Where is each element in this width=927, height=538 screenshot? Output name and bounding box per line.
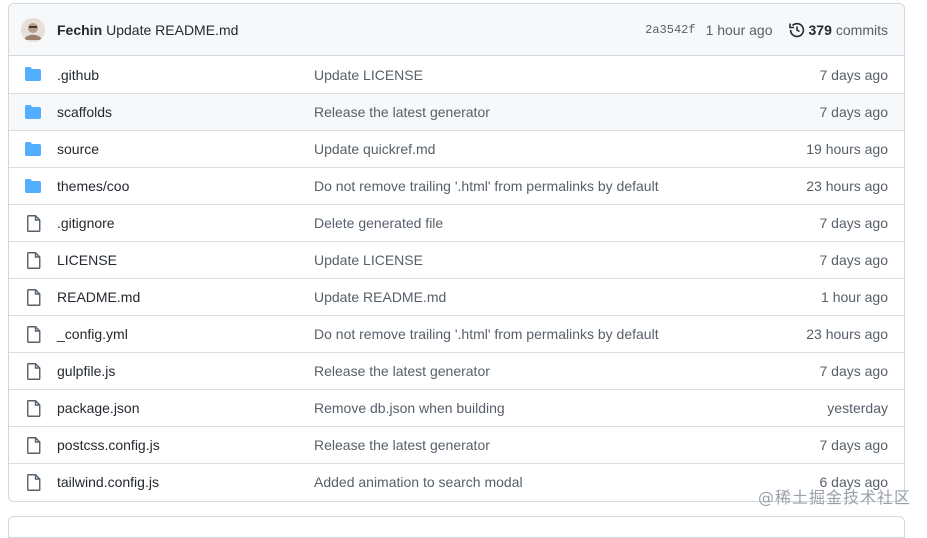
file-name-link[interactable]: _config.yml bbox=[57, 326, 128, 342]
commit-message[interactable]: Update README.md bbox=[106, 22, 238, 38]
file-name-link[interactable]: scaffolds bbox=[57, 104, 112, 120]
commit-sha[interactable]: 2a3542f bbox=[645, 23, 695, 37]
file-commit-message-link[interactable]: Do not remove trailing '.html' from perm… bbox=[314, 326, 659, 342]
file-browser: Fechin Update README.md 2a3542f 1 hour a… bbox=[8, 3, 905, 502]
file-commit-message-link[interactable]: Update README.md bbox=[314, 289, 446, 305]
avatar-image-icon bbox=[21, 17, 45, 42]
folder-icon bbox=[25, 105, 43, 121]
folder-icon bbox=[25, 67, 43, 83]
file-row[interactable]: themes/coo Do not remove trailing '.html'… bbox=[9, 167, 904, 204]
file-name-link[interactable]: themes/coo bbox=[57, 178, 129, 194]
file-name-link[interactable]: .github bbox=[57, 67, 99, 83]
file-row[interactable]: LICENSE Update LICENSE 7 days ago bbox=[9, 241, 904, 278]
file-commit-time: yesterday bbox=[827, 400, 888, 416]
folder-icon bbox=[25, 142, 43, 158]
file-commit-message-link[interactable]: Remove db.json when building bbox=[314, 400, 505, 416]
commit-author[interactable]: Fechin bbox=[57, 22, 102, 38]
file-commit-time: 1 hour ago bbox=[821, 289, 888, 305]
file-row[interactable]: _config.yml Do not remove trailing '.html… bbox=[9, 315, 904, 352]
file-commit-message-link[interactable]: Release the latest generator bbox=[314, 363, 490, 379]
file-commit-message-link[interactable]: Delete generated file bbox=[314, 215, 443, 231]
file-row[interactable]: README.md Update README.md 1 hour ago bbox=[9, 278, 904, 315]
file-commit-message-link[interactable]: Release the latest generator bbox=[314, 104, 490, 120]
file-name-link[interactable]: .gitignore bbox=[57, 215, 115, 231]
file-name-link[interactable]: source bbox=[57, 141, 99, 157]
folder-icon bbox=[25, 179, 43, 195]
file-commit-time: 23 hours ago bbox=[806, 326, 888, 342]
file-row[interactable]: source Update quickref.md 19 hours ago bbox=[9, 130, 904, 167]
file-name-link[interactable]: postcss.config.js bbox=[57, 437, 160, 453]
commit-history-link[interactable]: 379 commits bbox=[788, 21, 888, 38]
file-commit-time: 23 hours ago bbox=[806, 178, 888, 194]
latest-commit-bar: Fechin Update README.md 2a3542f 1 hour a… bbox=[9, 4, 904, 56]
file-commit-message-link[interactable]: Update LICENSE bbox=[314, 67, 423, 83]
file-row[interactable]: postcss.config.js Release the latest gene… bbox=[9, 426, 904, 463]
avatar[interactable] bbox=[21, 17, 45, 42]
file-icon bbox=[27, 363, 45, 380]
file-icon bbox=[27, 474, 45, 491]
file-commit-time: 7 days ago bbox=[819, 363, 889, 379]
file-list: .github Update LICENSE 7 days ago scaffolds… bbox=[9, 56, 904, 500]
file-icon bbox=[27, 215, 45, 232]
file-row[interactable]: gulpfile.js Release the latest generator 7… bbox=[9, 352, 904, 389]
file-icon bbox=[27, 289, 45, 306]
file-name-link[interactable]: README.md bbox=[57, 289, 140, 305]
file-commit-time: 7 days ago bbox=[819, 104, 889, 120]
commit-time: 1 hour ago bbox=[705, 21, 773, 38]
commit-count-label: commits bbox=[835, 21, 888, 38]
file-icon bbox=[27, 252, 45, 269]
file-row[interactable]: .gitignore Delete generated file 7 days ag… bbox=[9, 204, 904, 241]
file-row[interactable]: scaffolds Release the latest generator 7 d… bbox=[9, 93, 904, 130]
history-icon bbox=[788, 22, 804, 37]
file-icon bbox=[27, 437, 45, 454]
file-commit-message-link[interactable]: Release the latest generator bbox=[314, 437, 490, 453]
file-icon bbox=[27, 400, 45, 417]
file-commit-time: 7 days ago bbox=[819, 437, 889, 453]
file-name-link[interactable]: tailwind.config.js bbox=[57, 474, 159, 490]
file-name-link[interactable]: LICENSE bbox=[57, 252, 117, 268]
file-row[interactable]: package.json Remove db.json when building… bbox=[9, 389, 904, 426]
file-commit-time: 7 days ago bbox=[819, 252, 889, 268]
file-row[interactable]: .github Update LICENSE 7 days ago bbox=[9, 56, 904, 93]
file-name-link[interactable]: gulpfile.js bbox=[57, 363, 115, 379]
file-icon bbox=[27, 326, 45, 343]
file-name-link[interactable]: package.json bbox=[57, 400, 140, 416]
file-commit-message-link[interactable]: Added animation to search modal bbox=[314, 474, 523, 490]
file-commit-message-link[interactable]: Do not remove trailing '.html' from perm… bbox=[314, 178, 659, 194]
file-commit-message-link[interactable]: Update LICENSE bbox=[314, 252, 423, 268]
file-commit-message-link[interactable]: Update quickref.md bbox=[314, 141, 435, 157]
next-panel-edge bbox=[8, 516, 905, 538]
commit-count: 379 bbox=[808, 21, 832, 38]
watermark: @稀土掘金技术社区 bbox=[757, 488, 911, 507]
file-commit-time: 19 hours ago bbox=[806, 141, 888, 157]
file-commit-time: 7 days ago bbox=[819, 66, 889, 83]
file-commit-time: 7 days ago bbox=[819, 215, 889, 231]
